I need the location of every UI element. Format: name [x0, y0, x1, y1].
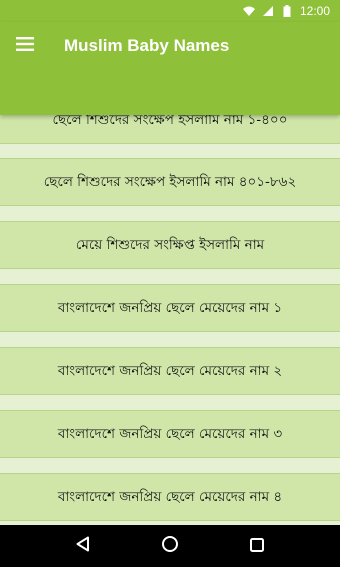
back-button[interactable]: [68, 531, 98, 561]
status-time: 12:00: [299, 4, 330, 18]
list-item[interactable]: মেয়ে শিশুদের সংক্ষিপ্ত ইসলামি নাম: [0, 221, 340, 269]
home-button[interactable]: [155, 531, 185, 561]
status-bar: 12:00: [0, 0, 340, 22]
system-nav-bar: [0, 525, 340, 567]
signal-icon: [262, 5, 274, 17]
app-title: Muslim Baby Names: [64, 36, 230, 55]
list-item[interactable]: বাংলাদেশে জনপ্রিয় ছেলে মেয়েদের নাম ৪: [0, 473, 340, 521]
list-item[interactable]: বাংলাদেশে জনপ্রিয় ছেলে মেয়েদের নাম ২: [0, 347, 340, 395]
list-item[interactable]: বাংলাদেশে জনপ্রিয় ছেলে মেয়েদের নাম ৩: [0, 410, 340, 458]
list-item[interactable]: বাংলাদেশে জনপ্রিয় ছেলে মেয়েদের নাম ১: [0, 284, 340, 332]
app-bar: Muslim Baby Names: [0, 22, 340, 115]
menu-button[interactable]: [12, 32, 38, 58]
battery-icon: [281, 5, 293, 17]
list-item[interactable]: ছেলে শিশুদের সংক্ষেপ ইসলামি নাম ৪০১-৮৬২: [0, 158, 340, 206]
recents-button[interactable]: [242, 531, 272, 561]
back-triangle-icon: [75, 536, 91, 556]
hamburger-icon: [16, 36, 34, 55]
wifi-icon: [242, 5, 255, 17]
recents-square-icon: [249, 537, 264, 556]
home-circle-icon: [161, 535, 179, 557]
